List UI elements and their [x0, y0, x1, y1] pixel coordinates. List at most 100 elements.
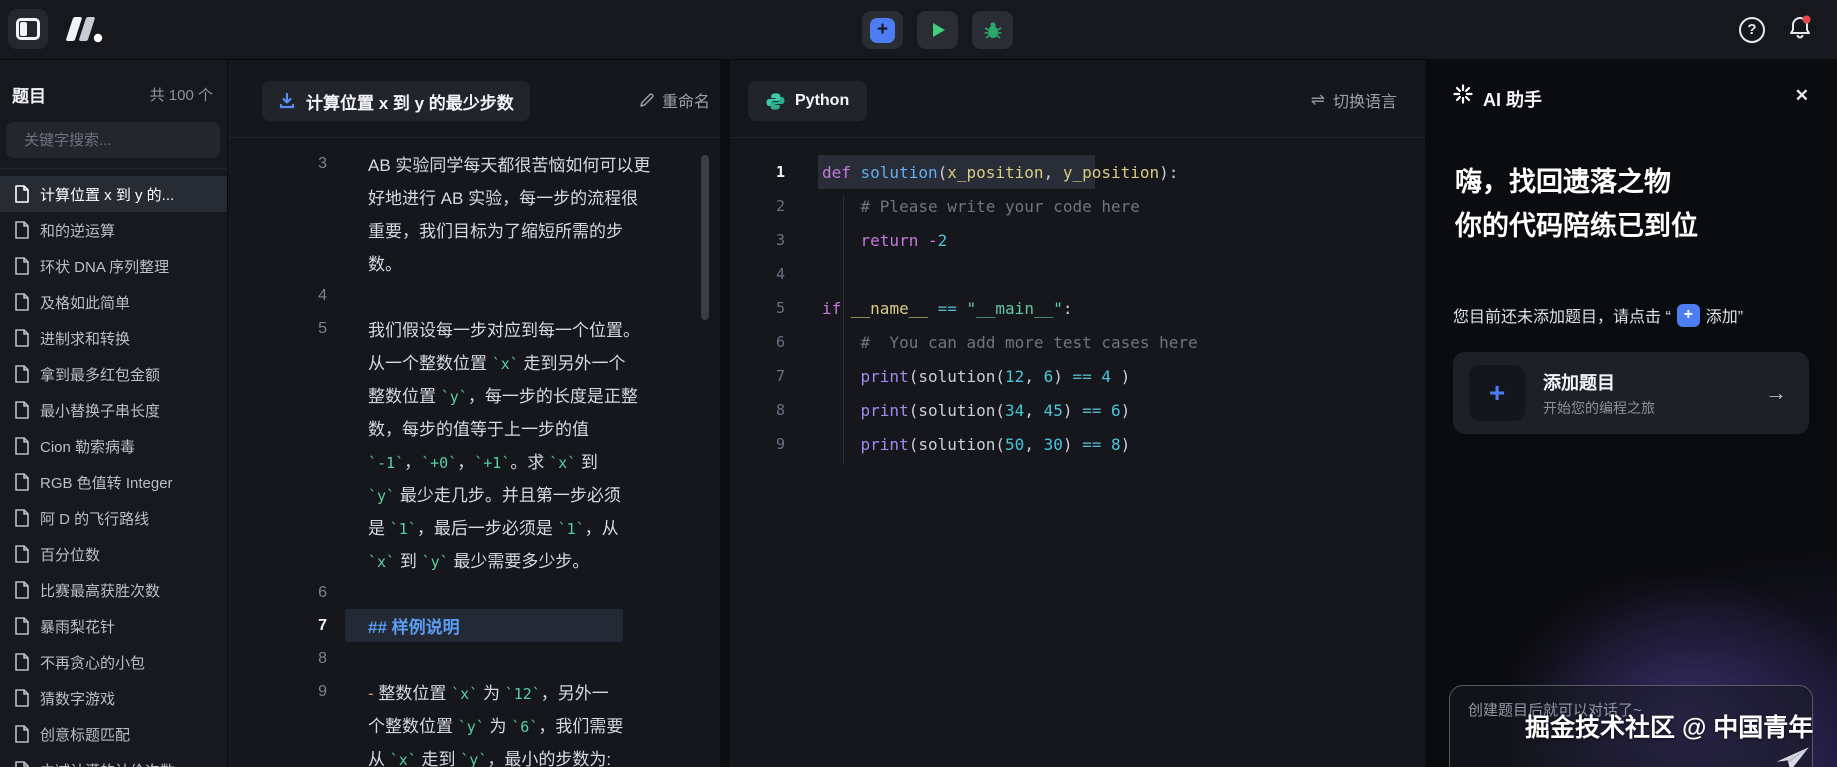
swap-arrows-icon: ⇌ [1311, 90, 1325, 110]
rename-button[interactable]: 重命名 [639, 88, 710, 112]
code-line[interactable]: 3 return -2 [730, 223, 1425, 257]
code-line[interactable]: 1def solution(x_position, y_position): [730, 155, 1425, 189]
markdown-line[interactable]: 3AB 实验同学每天都很苦恼如何可以更 [228, 147, 720, 180]
problem-list-item[interactable]: 和的逆运算 [0, 212, 227, 248]
problem-title-tab[interactable]: 计算位置 x 到 y 的最少步数 [262, 81, 530, 121]
ai-hint-text: 您目前还未添加题目，请点击 “ + 添加” [1453, 303, 1743, 327]
code-line[interactable]: 6 # You can add more test cases here [730, 325, 1425, 359]
problem-item-label: Cion 勒索病毒 [40, 436, 135, 457]
python-icon [766, 92, 785, 111]
document-icon [14, 509, 30, 527]
problem-item-label: 立减计满的计价次数 [40, 760, 175, 767]
description-scrollbar[interactable] [701, 155, 709, 320]
problem-item-label: 和的逆运算 [40, 220, 115, 241]
line-number: 7 [730, 367, 785, 385]
help-button[interactable]: ? [1739, 17, 1765, 43]
ai-panel-header: AI 助手 ✕ [1425, 60, 1837, 120]
problem-list-item[interactable]: 进制求和转换 [0, 320, 227, 356]
markdown-line[interactable]: 数。 [228, 246, 720, 279]
code-line[interactable]: 7 print(solution(12, 6) == 4 ) [730, 359, 1425, 393]
run-button[interactable] [917, 11, 958, 49]
code-editor[interactable]: 1def solution(x_position, y_position):2 … [730, 138, 1425, 767]
problem-list-item[interactable]: 猜数字游戏 [0, 680, 227, 716]
problem-list-item[interactable]: 暴雨梨花针 [0, 608, 227, 644]
add-problem-title: 添加题目 [1543, 369, 1615, 395]
code-line[interactable]: 5if __name__ == "__main__": [730, 291, 1425, 325]
problem-item-label: RGB 色值转 Integer [40, 472, 173, 493]
markdown-line[interactable]: 9- 整数位置 `x` 为 `12`，另外一 [228, 675, 720, 708]
topbar-right: ? [1739, 14, 1813, 45]
markdown-line[interactable]: 从一个整数位置 `x` 走到另外一个 [228, 345, 720, 378]
add-button[interactable]: + [862, 11, 903, 49]
document-icon [14, 761, 30, 767]
document-icon [14, 257, 30, 275]
divider [0, 168, 227, 169]
markdown-editor[interactable]: 3AB 实验同学每天都很苦恼如何可以更好地进行 AB 实验，每一步的流程很重要，… [228, 138, 720, 767]
problem-list-item[interactable]: 创意标题匹配 [0, 716, 227, 752]
code-line[interactable]: 2 # Please write your code here [730, 189, 1425, 223]
problem-title: 计算位置 x 到 y 的最少步数 [306, 89, 514, 114]
problem-list-item[interactable]: 立减计满的计价次数 [0, 752, 227, 767]
markdown-line[interactable]: 6 [228, 576, 720, 609]
problem-list-item[interactable]: 不再贪心的小包 [0, 644, 227, 680]
problem-item-label: 比赛最高获胜次数 [40, 580, 160, 601]
document-icon [14, 329, 30, 347]
close-icon[interactable]: ✕ [1795, 86, 1809, 106]
document-icon [14, 581, 30, 599]
language-tab[interactable]: Python [748, 81, 867, 121]
sidebar-toggle-button[interactable] [8, 9, 48, 49]
markdown-line[interactable]: 数，每步的值等于上一步的值 [228, 411, 720, 444]
problem-list-item[interactable]: 环状 DNA 序列整理 [0, 248, 227, 284]
markdown-line[interactable]: 从 `x` 走到 `y`，最小的步数为: [228, 741, 720, 767]
problem-list-item[interactable]: RGB 色值转 Integer [0, 464, 227, 500]
arrow-right-icon: → [1765, 380, 1787, 406]
problem-item-label: 拿到最多红包金额 [40, 364, 160, 385]
markdown-line[interactable]: 4 [228, 279, 720, 312]
search-input[interactable] [24, 132, 223, 149]
markdown-line[interactable]: `x` 到 `y` 最少需要多少步。 [228, 543, 720, 576]
code-line[interactable]: 4 [730, 257, 1425, 291]
problem-list-item[interactable]: 计算位置 x 到 y 的... [0, 176, 227, 212]
document-icon [14, 473, 30, 491]
markdown-line[interactable]: 8 [228, 642, 720, 675]
markdown-line[interactable]: `y` 最少走几步。并且第一步必须 [228, 477, 720, 510]
document-icon [14, 437, 30, 455]
switch-language-button[interactable]: ⇌ 切换语言 [1311, 88, 1397, 112]
debug-button[interactable] [972, 11, 1013, 49]
document-icon [14, 293, 30, 311]
problem-panel: 计算位置 x 到 y 的最少步数 重命名 3AB 实验同学每天都很苦恼如何可以更… [228, 60, 720, 767]
line-number: 7 [228, 617, 327, 635]
add-problem-card[interactable]: + 添加题目 开始您的编程之旅 → [1453, 352, 1809, 434]
problem-list-item[interactable]: 及格如此简单 [0, 284, 227, 320]
document-icon [14, 725, 30, 743]
plus-icon: + [1469, 365, 1525, 421]
markdown-line[interactable]: 整数位置 `y`，每一步的长度是正整 [228, 378, 720, 411]
code-line[interactable]: 8 print(solution(34, 45) == 6) [730, 393, 1425, 427]
markdown-line[interactable]: 好地进行 AB 实验，每一步的流程很 [228, 180, 720, 213]
markdown-line[interactable]: 个整数位置 `y` 为 `6`，我们需要 [228, 708, 720, 741]
chat-input-box[interactable] [1449, 685, 1813, 767]
markdown-line[interactable]: 是 `1`，最后一步必须是 `1`，从 [228, 510, 720, 543]
problem-list-item[interactable]: Cion 勒索病毒 [0, 428, 227, 464]
line-number: 3 [228, 155, 327, 173]
code-panel: Python ⇌ 切换语言 1def solution(x_position, … [730, 60, 1425, 767]
line-number: 9 [730, 435, 785, 453]
markdown-line[interactable]: `-1`，`+0`，`+1`。求 `x` 到 [228, 444, 720, 477]
search-box[interactable] [6, 122, 220, 158]
markdown-line[interactable]: 7## 样例说明 [228, 609, 720, 642]
markdown-line[interactable]: 5我们假设每一步对应到每一个位置。 [228, 312, 720, 345]
ai-assistant-panel: AI 助手 ✕ 嗨，找回遗落之物 你的代码陪练已到位 您目前还未添加题目，请点击… [1425, 60, 1837, 767]
chat-input[interactable] [1468, 702, 1794, 719]
markdown-line[interactable]: 重要，我们目标为了缩短所需的步 [228, 213, 720, 246]
problem-list-item[interactable]: 比赛最高获胜次数 [0, 572, 227, 608]
problem-list-item[interactable]: 最小替换子串长度 [0, 392, 227, 428]
document-icon [14, 401, 30, 419]
code-line[interactable]: 9 print(solution(50, 30) == 8) [730, 427, 1425, 461]
bug-icon [983, 20, 1003, 40]
problem-list-item[interactable]: 百分位数 [0, 536, 227, 572]
problem-item-label: 阿 D 的飞行路线 [40, 508, 149, 529]
notifications-button[interactable] [1787, 14, 1813, 45]
problem-list-item[interactable]: 阿 D 的飞行路线 [0, 500, 227, 536]
line-number: 9 [228, 683, 327, 701]
problem-list-item[interactable]: 拿到最多红包金额 [0, 356, 227, 392]
